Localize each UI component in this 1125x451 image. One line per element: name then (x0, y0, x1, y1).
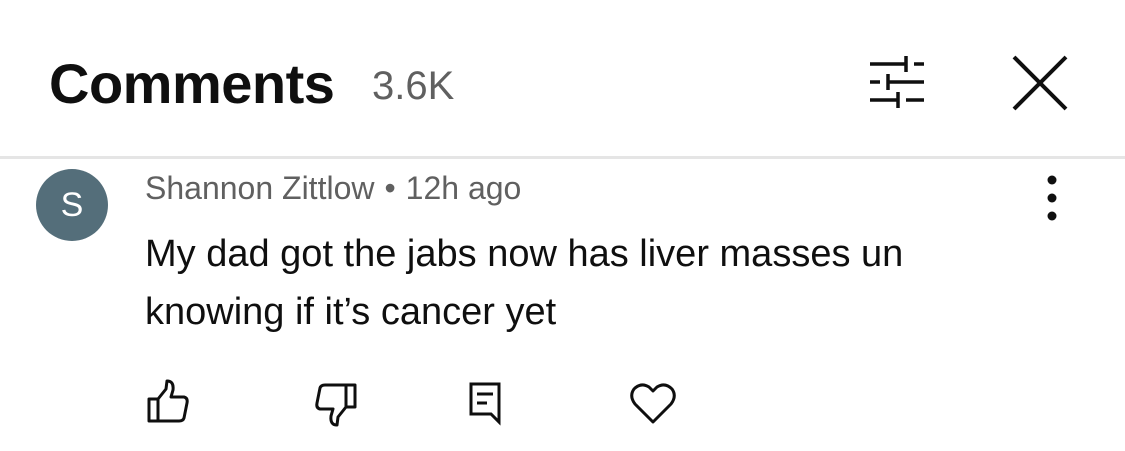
heart-icon (630, 383, 676, 424)
sort-filter-icon (870, 56, 924, 108)
comment-time: 12h ago (405, 170, 522, 206)
comment-more-button[interactable] (1030, 169, 1074, 229)
dislike-button[interactable] (311, 377, 363, 429)
thumbs-up-icon (147, 379, 189, 423)
heart-button[interactable] (627, 377, 679, 429)
comment-count: 3.6K (372, 64, 455, 108)
close-icon (1012, 55, 1068, 111)
sort-filter-button[interactable] (860, 50, 932, 114)
like-button[interactable] (141, 377, 193, 429)
reply-comment-icon (469, 382, 501, 426)
comments-header: Comments 3.6K (0, 0, 1125, 156)
more-vertical-icon (1047, 175, 1057, 221)
meta-separator: • (384, 170, 396, 206)
reply-button[interactable] (459, 377, 511, 429)
avatar[interactable]: S (36, 169, 108, 241)
comment-author[interactable]: Shannon Zittlow (145, 170, 374, 206)
comment-text: My dad got the jabs now has liver masses… (145, 233, 904, 333)
thumbs-down-icon (315, 383, 357, 427)
page-title: Comments (49, 52, 335, 115)
close-button[interactable] (1004, 50, 1076, 116)
comment-item: S Shannon Zittlow • 12h ago My dad got the… (0, 159, 1125, 451)
comment-meta: Shannon Zittlow • 12h ago (145, 169, 521, 207)
